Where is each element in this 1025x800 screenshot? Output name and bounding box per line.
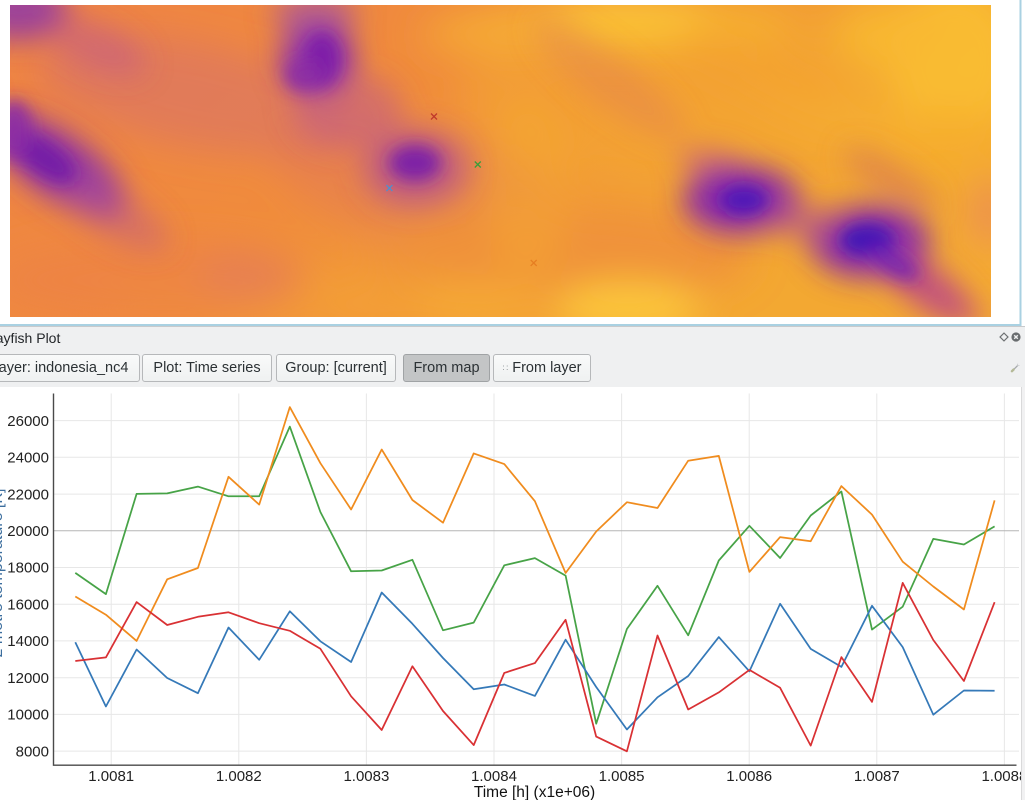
svg-text:1.0081: 1.0081	[88, 768, 134, 785]
svg-text:22000: 22000	[7, 486, 49, 503]
svg-text:14000: 14000	[7, 633, 49, 650]
svg-text:1.0082: 1.0082	[216, 768, 262, 785]
svg-text:24000: 24000	[7, 450, 49, 467]
svg-text:10000: 10000	[7, 707, 49, 724]
svg-text:16000: 16000	[7, 596, 49, 613]
svg-text:Time [h] (x1e+06): Time [h] (x1e+06)	[474, 784, 595, 800]
svg-text:20000: 20000	[7, 523, 49, 540]
svg-text:1.0087: 1.0087	[854, 768, 900, 785]
svg-text:1.0085: 1.0085	[599, 768, 645, 785]
svg-text:26000: 26000	[7, 413, 49, 430]
svg-text:1.0088: 1.0088	[981, 768, 1025, 785]
svg-text:2 metre temperature [K]: 2 metre temperature [K]	[0, 489, 6, 658]
svg-text:1.0086: 1.0086	[726, 768, 772, 785]
svg-text:18000: 18000	[7, 560, 49, 577]
svg-text:12000: 12000	[7, 670, 49, 687]
svg-text:1.0083: 1.0083	[343, 768, 389, 785]
svg-text:1.0084: 1.0084	[471, 768, 517, 785]
svg-text:8000: 8000	[16, 743, 49, 760]
